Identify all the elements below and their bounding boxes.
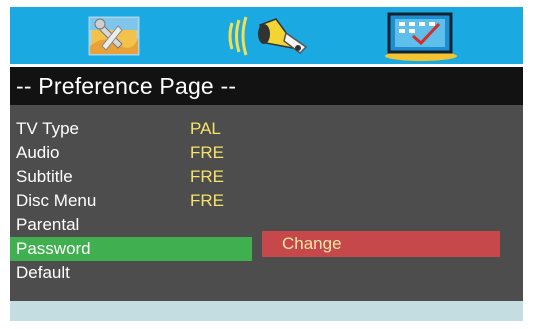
menu-item-label: Default [16, 263, 70, 282]
menu-item-subtitle[interactable]: Subtitle FRE [10, 165, 252, 189]
menu-item-label: Parental [16, 215, 80, 234]
general-setup-icon[interactable] [87, 7, 141, 64]
menu-item-parental[interactable]: Parental [10, 213, 252, 237]
menu-item-value: FRE [190, 191, 224, 210]
menu-item-default[interactable]: Default [10, 261, 252, 285]
menu-item-value: FRE [190, 143, 224, 162]
audio-setup-icon[interactable] [223, 7, 315, 64]
change-password-option[interactable]: Change [262, 231, 500, 257]
menu-item-label: Password [16, 239, 91, 258]
setup-tab-bar [10, 7, 523, 64]
menu-list: TV Type PAL Audio FRE Subtitle FRE Disc … [10, 105, 523, 301]
preference-setup-icon[interactable] [380, 7, 462, 64]
menu-item-value: PAL [190, 119, 221, 138]
menu-item-label: Subtitle [16, 167, 73, 186]
menu-item-value: FRE [190, 167, 224, 186]
help-bar [10, 301, 523, 321]
page-title: -- Preference Page -- [10, 67, 523, 105]
menu-item-audio[interactable]: Audio FRE [10, 141, 252, 165]
menu-item-tv-type[interactable]: TV Type PAL [10, 117, 252, 141]
menu-item-label: Audio [16, 143, 60, 162]
setup-menu-panel: -- Preference Page -- TV Type PAL Audio … [10, 7, 523, 321]
menu-item-label: Disc Menu [16, 191, 97, 210]
menu-item-label: TV Type [16, 119, 79, 138]
menu-item-password[interactable]: Password [10, 237, 252, 261]
menu-item-disc-menu[interactable]: Disc Menu FRE [10, 189, 252, 213]
